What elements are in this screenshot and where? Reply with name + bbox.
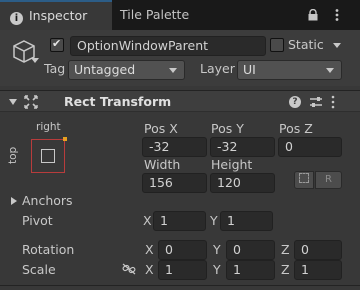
chevron-down-icon xyxy=(326,68,334,73)
tab-inspector-label: Inspector xyxy=(29,8,88,23)
scale-x-field[interactable]: 1 xyxy=(158,260,207,280)
help-icon[interactable]: ? xyxy=(289,96,301,108)
constrain-proportions-icon[interactable] xyxy=(122,263,136,275)
icon-dropdown-caret-icon[interactable] xyxy=(31,58,39,64)
info-icon: i xyxy=(10,12,23,25)
component-divider xyxy=(0,285,360,286)
height-label: Height xyxy=(211,157,253,172)
tag-label: Tag xyxy=(44,61,66,76)
rect-transform-header[interactable]: Rect Transform ? xyxy=(0,90,360,112)
chevron-down-icon xyxy=(169,68,177,73)
foldout-arrow-icon[interactable] xyxy=(9,99,17,105)
component-menu-icon[interactable] xyxy=(330,95,336,109)
tab-bar: i Inspector Tile Palette xyxy=(0,0,360,30)
blueprint-mode-button[interactable] xyxy=(294,171,314,189)
tag-value: Untagged xyxy=(74,62,136,77)
rotation-y-field[interactable]: 0 xyxy=(226,240,275,260)
lock-icon[interactable] xyxy=(308,9,318,21)
tab-tile-palette[interactable]: Tile Palette xyxy=(120,0,189,30)
rotation-y-label[interactable]: Y xyxy=(213,242,221,257)
component-title: Rect Transform xyxy=(64,94,172,109)
rect-transform-icon xyxy=(24,95,38,109)
more-menu-icon[interactable] xyxy=(330,8,344,22)
layer-label: Layer xyxy=(200,61,235,76)
pos-z-label: Pos Z xyxy=(279,121,313,136)
static-dropdown-icon[interactable] xyxy=(333,43,341,49)
rotation-label: Rotation xyxy=(22,242,75,257)
layer-value: UI xyxy=(243,62,256,77)
anchors-label[interactable]: Anchors xyxy=(22,193,73,208)
scale-y-field[interactable]: 1 xyxy=(226,260,275,280)
anchors-foldout-icon[interactable] xyxy=(11,197,17,205)
pos-y-label: Pos Y xyxy=(211,121,244,136)
blueprint-icon xyxy=(299,173,309,183)
tab-tile-palette-label: Tile Palette xyxy=(120,7,190,22)
tag-dropdown[interactable]: Untagged xyxy=(68,60,185,80)
static-label: Static xyxy=(288,37,324,52)
anchor-vertical-label: top xyxy=(7,146,19,164)
anchor-rect-icon xyxy=(41,149,55,163)
pos-y-field[interactable]: -32 xyxy=(210,137,275,157)
object-name-field[interactable]: OptionWindowParent xyxy=(70,36,266,56)
layer-dropdown[interactable]: UI xyxy=(237,60,342,80)
pivot-y-field[interactable]: 1 xyxy=(220,211,273,231)
rotation-x-label[interactable]: X xyxy=(145,242,154,257)
scale-y-label[interactable]: Y xyxy=(213,262,221,277)
rotation-z-label[interactable]: Z xyxy=(281,242,290,257)
pivot-x-label[interactable]: X xyxy=(143,213,152,228)
presets-icon[interactable] xyxy=(309,95,323,109)
pos-z-field[interactable]: 0 xyxy=(278,137,342,157)
pivot-x-field[interactable]: 1 xyxy=(153,211,206,231)
scale-x-label[interactable]: X xyxy=(145,262,154,277)
scale-label: Scale xyxy=(22,262,56,277)
active-checkbox[interactable] xyxy=(50,37,64,52)
pivot-y-label[interactable]: Y xyxy=(210,213,218,228)
raw-edit-button[interactable]: R xyxy=(315,171,342,189)
width-label: Width xyxy=(144,157,181,172)
pivot-dot-icon xyxy=(63,137,67,141)
anchor-horizontal-label: right xyxy=(36,121,61,133)
pivot-label: Pivot xyxy=(22,213,53,228)
height-field[interactable]: 120 xyxy=(210,173,275,193)
pos-x-field[interactable]: -32 xyxy=(142,137,207,157)
rotation-z-field[interactable]: 0 xyxy=(294,240,342,260)
pos-x-label: Pos X xyxy=(144,121,178,136)
rotation-x-field[interactable]: 0 xyxy=(158,240,207,260)
scale-z-label[interactable]: Z xyxy=(281,262,290,277)
tab-inspector[interactable]: i Inspector xyxy=(0,0,112,30)
scale-z-field[interactable]: 1 xyxy=(294,260,342,280)
width-field[interactable]: 156 xyxy=(142,173,207,193)
anchor-presets-button[interactable] xyxy=(31,137,67,173)
static-checkbox[interactable] xyxy=(270,38,284,52)
